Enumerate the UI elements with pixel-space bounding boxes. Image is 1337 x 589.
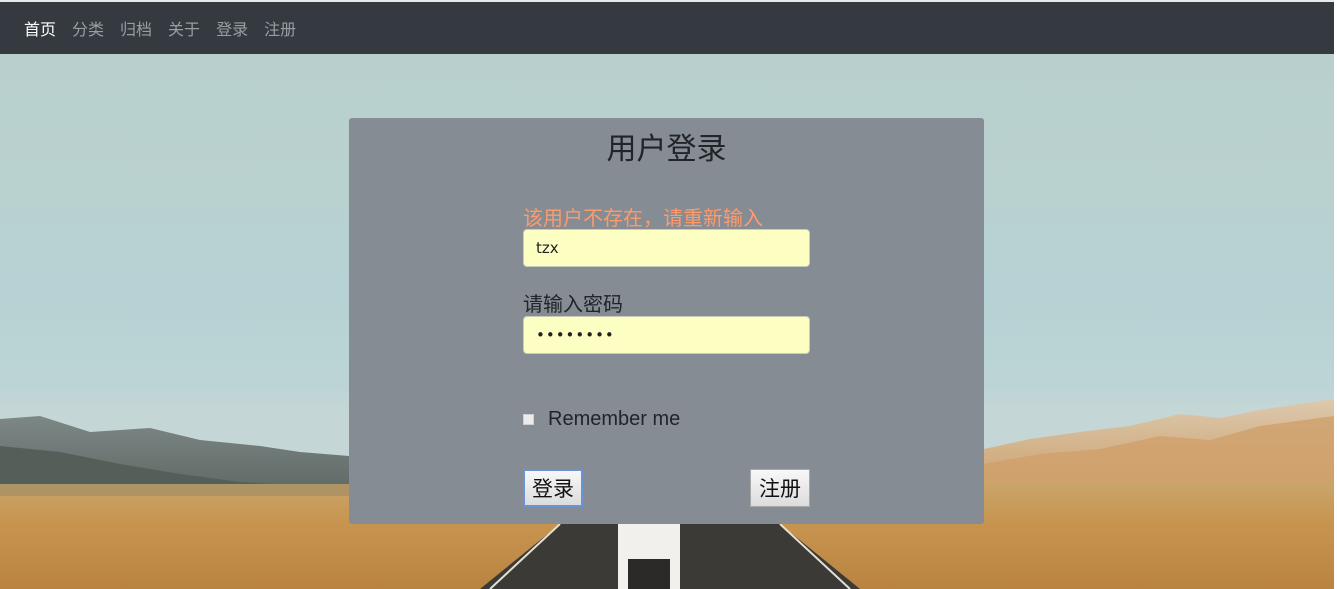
remember-me-checkbox[interactable]	[523, 414, 534, 425]
remember-me-row: Remember me	[523, 408, 680, 431]
register-button[interactable]: 注册	[750, 469, 810, 507]
top-navbar: 首页 分类 归档 关于 登录 注册	[0, 0, 1337, 54]
password-input[interactable]	[523, 316, 810, 354]
login-panel: 用户登录 该用户不存在，请重新输入 请输入密码 Remember me 登录 注…	[349, 118, 984, 524]
nav-home[interactable]: 首页	[24, 16, 56, 40]
nav-register[interactable]: 注册	[264, 16, 296, 40]
password-label: 请输入密码	[523, 292, 623, 316]
login-button[interactable]: 登录	[523, 469, 583, 507]
nav-login[interactable]: 登录	[216, 16, 248, 40]
nav-about[interactable]: 关于	[168, 16, 200, 40]
error-message: 该用户不存在，请重新输入	[523, 206, 763, 230]
login-title: 用户登录	[606, 132, 727, 167]
username-input[interactable]	[523, 229, 810, 267]
nav-archive[interactable]: 归档	[120, 16, 152, 40]
nav-categories[interactable]: 分类	[72, 16, 104, 40]
remember-me-label: Remember me	[548, 408, 681, 430]
